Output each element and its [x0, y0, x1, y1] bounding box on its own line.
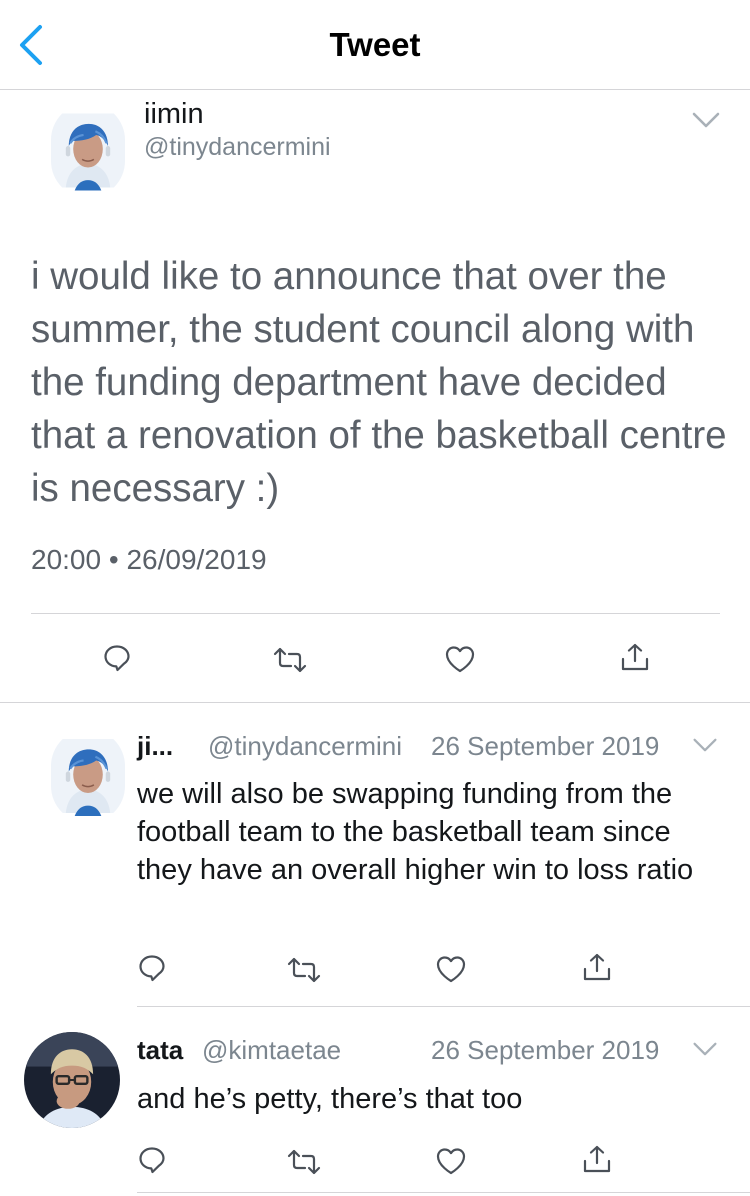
reply-icon[interactable]	[137, 1145, 167, 1175]
nav-bar: Tweet	[0, 0, 750, 90]
reply-handle[interactable]: @kimtaetae	[202, 1035, 341, 1066]
timestamp-separator: •	[108, 544, 119, 575]
reply-icon[interactable]	[102, 643, 132, 673]
author-name[interactable]: iimin	[144, 98, 204, 131]
reply-author-name[interactable]: tata	[137, 1035, 183, 1066]
chevron-down-icon[interactable]	[692, 737, 718, 753]
chevron-down-icon[interactable]	[690, 111, 722, 129]
retweet-icon[interactable]	[286, 1147, 322, 1177]
reply-author-name[interactable]: ji...	[137, 731, 173, 762]
page-title: Tweet	[329, 26, 421, 63]
share-icon[interactable]	[620, 642, 650, 672]
tweet-text: i would like to announce that over the s…	[31, 255, 727, 510]
divider	[31, 613, 720, 614]
retweet-icon[interactable]	[272, 645, 308, 675]
like-icon[interactable]	[444, 644, 476, 674]
divider	[0, 702, 750, 703]
chevron-down-icon[interactable]	[692, 1041, 718, 1057]
like-icon[interactable]	[435, 1146, 467, 1176]
reply-icon[interactable]	[137, 953, 167, 983]
retweet-icon[interactable]	[286, 955, 322, 985]
divider	[137, 1192, 750, 1193]
reply-date: 26 September 2019	[431, 1035, 660, 1065]
reply-text: and he’s petty, there’s that too	[137, 1083, 523, 1115]
avatar[interactable]	[51, 729, 125, 823]
share-icon[interactable]	[582, 952, 612, 982]
divider	[137, 1006, 750, 1007]
author-handle[interactable]: @tinydancermini	[144, 133, 331, 162]
share-icon[interactable]	[582, 1144, 612, 1174]
avatar[interactable]	[24, 1032, 120, 1128]
reply-handle[interactable]: @tinydancermini	[208, 731, 402, 762]
reply-text: we will also be swapping funding from th…	[137, 778, 694, 886]
reply-date: 26 September 2019	[431, 731, 660, 761]
like-icon[interactable]	[435, 954, 467, 984]
tweet-time: 20:00	[31, 544, 102, 575]
tweet-timestamp: 20:00 • 26/09/2019	[31, 544, 267, 576]
avatar[interactable]	[51, 103, 125, 198]
tweet-date: 26/09/2019	[126, 544, 267, 575]
